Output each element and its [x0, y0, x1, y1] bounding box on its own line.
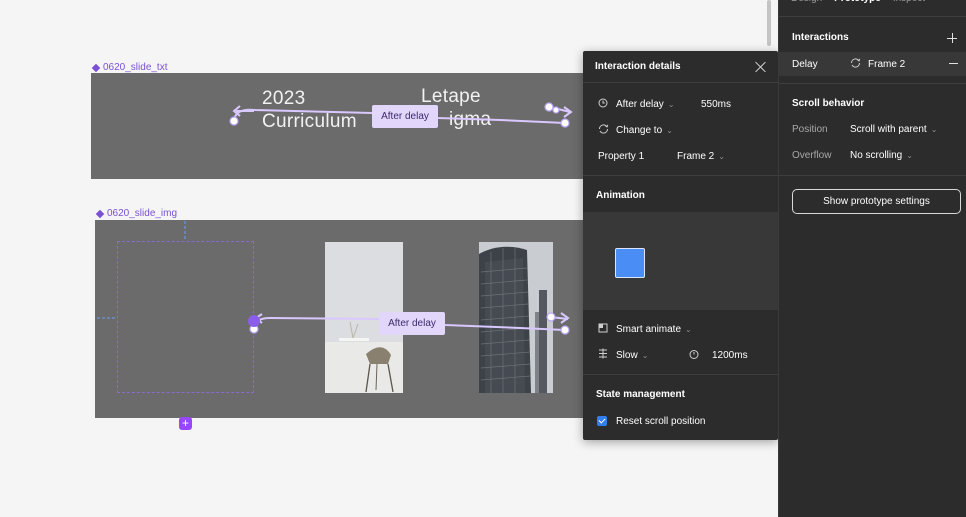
- slide-text-figma: igma: [449, 109, 492, 130]
- popover-title: Interaction details: [595, 61, 681, 72]
- animation-type-row[interactable]: Smart animate ⌄: [583, 316, 778, 342]
- animation-preview: [583, 212, 778, 310]
- after-delay-chip-img[interactable]: After delay: [379, 312, 445, 335]
- chevron-down-icon: ⌄: [641, 350, 649, 360]
- chevron-down-icon: ⌄: [930, 125, 938, 134]
- easing-dropdown[interactable]: Slow: [616, 350, 638, 361]
- add-interaction-button[interactable]: +: [179, 417, 192, 430]
- slide-text-curriculum: Curriculum: [262, 111, 357, 132]
- animation-section-title: Animation: [596, 190, 645, 201]
- overflow-label: Overflow: [792, 150, 832, 161]
- duration-input[interactable]: 1200ms: [712, 350, 748, 361]
- reset-scroll-row[interactable]: Reset scroll position: [583, 408, 778, 434]
- overflow-row[interactable]: Overflow No scrolling ⌄: [792, 150, 913, 161]
- delay-value-input[interactable]: 550ms: [701, 99, 731, 110]
- trigger-row[interactable]: After delay ⌄ 550ms: [583, 91, 778, 117]
- frame-label-slide-txt[interactable]: 0620_slide_txt: [92, 62, 168, 73]
- position-row[interactable]: Position Scroll with parent ⌄: [792, 124, 937, 135]
- timer-icon: [689, 349, 699, 362]
- easing-row[interactable]: Slow ⌄ 1200ms: [583, 342, 778, 368]
- reset-scroll-label: Reset scroll position: [616, 415, 706, 427]
- popover-header: Interaction details: [583, 51, 778, 83]
- swap-icon: [850, 57, 861, 71]
- tab-inspect[interactable]: Inspect: [893, 0, 925, 16]
- trigger-dropdown[interactable]: After delay: [616, 99, 664, 110]
- action-row[interactable]: Change to ⌄: [583, 117, 778, 143]
- state-management-title: State management: [596, 389, 685, 400]
- slide-text-left: 2023 Curriculum: [262, 87, 357, 133]
- divider: [583, 175, 778, 176]
- frame-label-slide-img[interactable]: 0620_slide_img: [96, 208, 177, 219]
- add-interaction-icon[interactable]: [947, 33, 957, 43]
- close-icon[interactable]: [755, 61, 767, 73]
- frame-label-text: 0620_slide_txt: [103, 62, 168, 73]
- animation-preview-square: [615, 248, 645, 278]
- slide-text-year: 2023: [262, 88, 306, 109]
- component-icon: [96, 210, 104, 218]
- show-prototype-settings-button[interactable]: Show prototype settings: [792, 189, 961, 214]
- chevron-down-icon: ⌄: [666, 125, 673, 135]
- swap-icon: [597, 123, 609, 137]
- position-label: Position: [792, 124, 828, 135]
- component-icon: [92, 64, 100, 72]
- interaction-destination: Frame 2: [868, 58, 906, 70]
- tab-prototype[interactable]: Prototype: [834, 0, 881, 16]
- building-illustration: [479, 242, 553, 393]
- position-dropdown[interactable]: Scroll with parent: [850, 124, 927, 135]
- tab-design[interactable]: Design: [791, 0, 822, 16]
- chevron-down-icon: ⌄: [718, 151, 725, 161]
- chevron-down-icon: ⌄: [685, 324, 692, 334]
- animation-type-dropdown[interactable]: Smart animate: [616, 324, 681, 335]
- interactions-title: Interactions: [792, 32, 849, 43]
- canvas-scrollbar[interactable]: [767, 0, 771, 46]
- chevron-down-icon: ⌄: [667, 99, 675, 109]
- building-photo[interactable]: [479, 242, 553, 393]
- scroll-behavior-title: Scroll behavior: [792, 98, 865, 109]
- image-placeholder-selection[interactable]: [117, 241, 254, 393]
- overflow-dropdown[interactable]: No scrolling: [850, 150, 902, 161]
- divider: [583, 374, 778, 375]
- divider: [779, 83, 966, 84]
- interaction-trigger: Delay: [792, 58, 818, 70]
- property-row[interactable]: Property 1 Frame 2 ⌄: [583, 143, 778, 169]
- interaction-details-popover: Interaction details After delay ⌄ 550ms …: [583, 51, 778, 440]
- chevron-down-icon: ⌄: [906, 151, 913, 160]
- frame-label-text: 0620_slide_img: [107, 208, 178, 219]
- after-delay-chip-txt[interactable]: After delay: [372, 105, 438, 128]
- clock-icon: [597, 98, 609, 111]
- smart-animate-icon: [597, 323, 609, 336]
- property-value-dropdown[interactable]: Frame 2: [677, 151, 714, 162]
- interaction-item[interactable]: Delay Frame 2: [779, 52, 966, 76]
- properties-panel: Design Prototype Inspect Interactions De…: [778, 0, 966, 517]
- divider: [779, 175, 966, 176]
- property-label: Property 1: [598, 150, 645, 162]
- remove-interaction-icon[interactable]: [949, 63, 958, 64]
- reset-scroll-checkbox[interactable]: [597, 416, 607, 426]
- action-dropdown[interactable]: Change to: [616, 125, 662, 136]
- slide-text-letape: Letape: [421, 86, 481, 107]
- easing-curve-icon: [597, 348, 609, 362]
- panel-tabs: Design Prototype Inspect: [779, 0, 966, 17]
